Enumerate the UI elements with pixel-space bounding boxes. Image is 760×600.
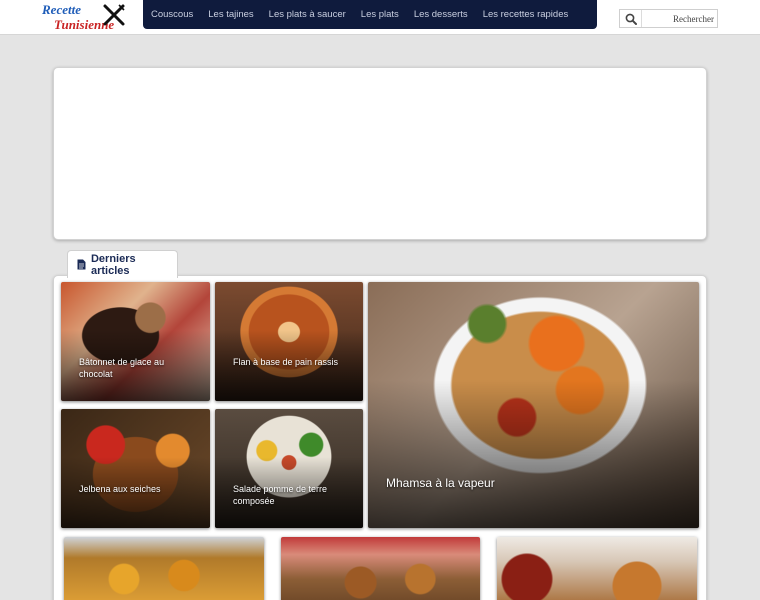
article-title[interactable]: Salade pomme de terre composée: [233, 483, 351, 507]
article-title[interactable]: Flan à base de pain rassis: [233, 356, 351, 368]
nav-item-tajines[interactable]: Les tajines: [208, 9, 253, 20]
nav-item-recettes-rapides[interactable]: Les recettes rapides: [483, 9, 569, 20]
document-icon: [77, 259, 86, 270]
card-shade: [368, 380, 699, 528]
search-input[interactable]: [643, 10, 717, 27]
article-title[interactable]: Jelbena aux seiches: [79, 483, 198, 495]
article-card[interactable]: [64, 537, 264, 600]
nav-item-desserts[interactable]: Les desserts: [414, 9, 468, 20]
ad-banner-area: [53, 67, 707, 240]
search-icon: [625, 13, 637, 25]
main-nav: Couscous Les tajines Les plats à saucer …: [143, 0, 597, 29]
nav-item-plats[interactable]: Les plats: [361, 9, 399, 20]
search-box: [619, 9, 718, 28]
tab-derniers-articles[interactable]: Derniers articles: [67, 250, 178, 278]
tab-label: Derniers articles: [90, 252, 136, 277]
article-card-featured[interactable]: Mhamsa à la vapeur: [368, 282, 699, 528]
article-title[interactable]: Bâtonnet de glace au chocolat: [79, 356, 198, 380]
search-button[interactable]: [620, 10, 642, 27]
article-card[interactable]: Salade pomme de terre composée: [215, 409, 363, 528]
nav-item-plats-a-saucer[interactable]: Les plats à saucer: [269, 9, 346, 20]
article-card[interactable]: Flan à base de pain rassis: [215, 282, 363, 401]
logo-text-line1: Recette: [42, 2, 81, 17]
article-card[interactable]: [281, 537, 480, 600]
article-card[interactable]: Jelbena aux seiches: [61, 409, 210, 528]
article-card[interactable]: [497, 537, 697, 600]
nav-item-couscous[interactable]: Couscous: [151, 9, 193, 20]
site-logo[interactable]: Recette Tunisienne: [38, 1, 138, 33]
article-card[interactable]: Bâtonnet de glace au chocolat: [61, 282, 210, 401]
header: Recette Tunisienne Couscous Les tajines …: [0, 0, 760, 35]
fork-knife-icon: [103, 4, 125, 26]
article-title[interactable]: Mhamsa à la vapeur: [386, 476, 687, 491]
